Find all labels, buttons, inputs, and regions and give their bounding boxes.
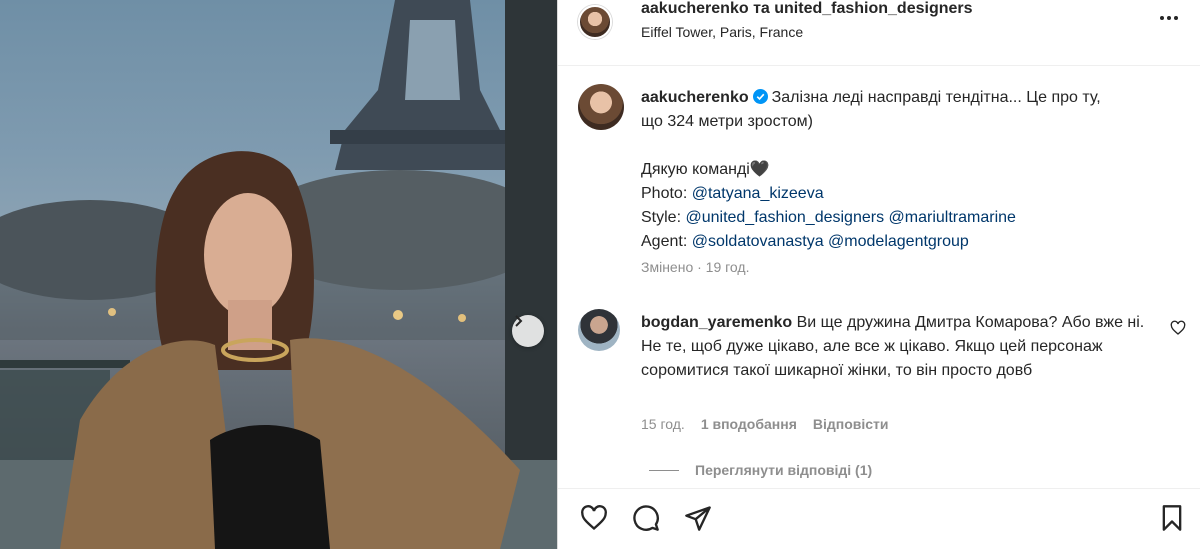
replies-line: [649, 469, 679, 471]
mention-style-2[interactable]: @mariultramarine: [889, 209, 1016, 226]
comment-time: 15 год.: [641, 416, 685, 432]
comment: bogdan_yaremenko Ви ще дружина Дмитра Ко…: [641, 311, 1161, 383]
post-photo[interactable]: [0, 0, 557, 549]
caption-line-2: що 324 метри зростом): [641, 113, 813, 130]
more-options-icon[interactable]: [1158, 9, 1180, 27]
collaborator-username[interactable]: united_fashion_designers: [774, 0, 972, 17]
caption-avatar[interactable]: [578, 84, 624, 130]
author-connector: та: [753, 0, 770, 17]
author-username[interactable]: aakucherenko: [641, 0, 749, 17]
comment-meta: 15 год. 1 вподобання Відповісти: [641, 416, 889, 432]
post-location[interactable]: Eiffel Tower, Paris, France: [641, 24, 803, 40]
post-authors: aakucherenko та united_fashion_designers: [641, 0, 973, 18]
photo-label: Photo:: [641, 185, 688, 202]
mention-photo[interactable]: @tatyana_kizeeva: [692, 185, 824, 202]
style-label: Style:: [641, 209, 682, 226]
reply-button[interactable]: Відповісти: [813, 416, 889, 432]
share-icon[interactable]: [684, 504, 712, 532]
commenter-avatar[interactable]: [578, 309, 620, 351]
agent-label: Agent:: [641, 233, 688, 250]
commenter-username[interactable]: bogdan_yaremenko: [641, 314, 792, 331]
caption-line-1: Залізна леді насправді тендітна... Це пр…: [771, 89, 1101, 106]
bookmark-icon[interactable]: [1158, 504, 1186, 532]
caption-thanks: Дякую команді🖤: [641, 161, 770, 178]
post-header: aakucherenko та united_fashion_designers…: [558, 0, 1200, 66]
mention-style-1[interactable]: @united_fashion_designers: [685, 209, 884, 226]
comment-like-icon[interactable]: [1170, 320, 1186, 336]
photo-scene: [0, 0, 557, 549]
comment-icon[interactable]: [632, 504, 660, 532]
next-photo-button[interactable]: [512, 315, 544, 347]
chevron-right-icon: [515, 315, 523, 327]
post-details-panel: aakucherenko та united_fashion_designers…: [558, 0, 1200, 549]
caption-edited-time: Змінено · 19 год.: [641, 259, 750, 275]
caption-username[interactable]: aakucherenko: [641, 89, 749, 106]
heart-icon[interactable]: [580, 504, 608, 532]
view-replies-button[interactable]: Переглянути відповіді (1): [649, 462, 872, 478]
mention-agent-2[interactable]: @modelagentgroup: [828, 233, 969, 250]
author-avatar[interactable]: [578, 5, 612, 39]
verified-badge-icon: [752, 89, 768, 104]
mention-agent-1[interactable]: @soldatovanastya: [692, 233, 824, 250]
post-caption: aakucherenko Залізна леді насправді тенді…: [641, 86, 1161, 254]
view-replies-label: Переглянути відповіді (1): [695, 462, 873, 478]
comment-likes[interactable]: 1 вподобання: [701, 416, 797, 432]
post-actions-bar: [558, 488, 1200, 549]
